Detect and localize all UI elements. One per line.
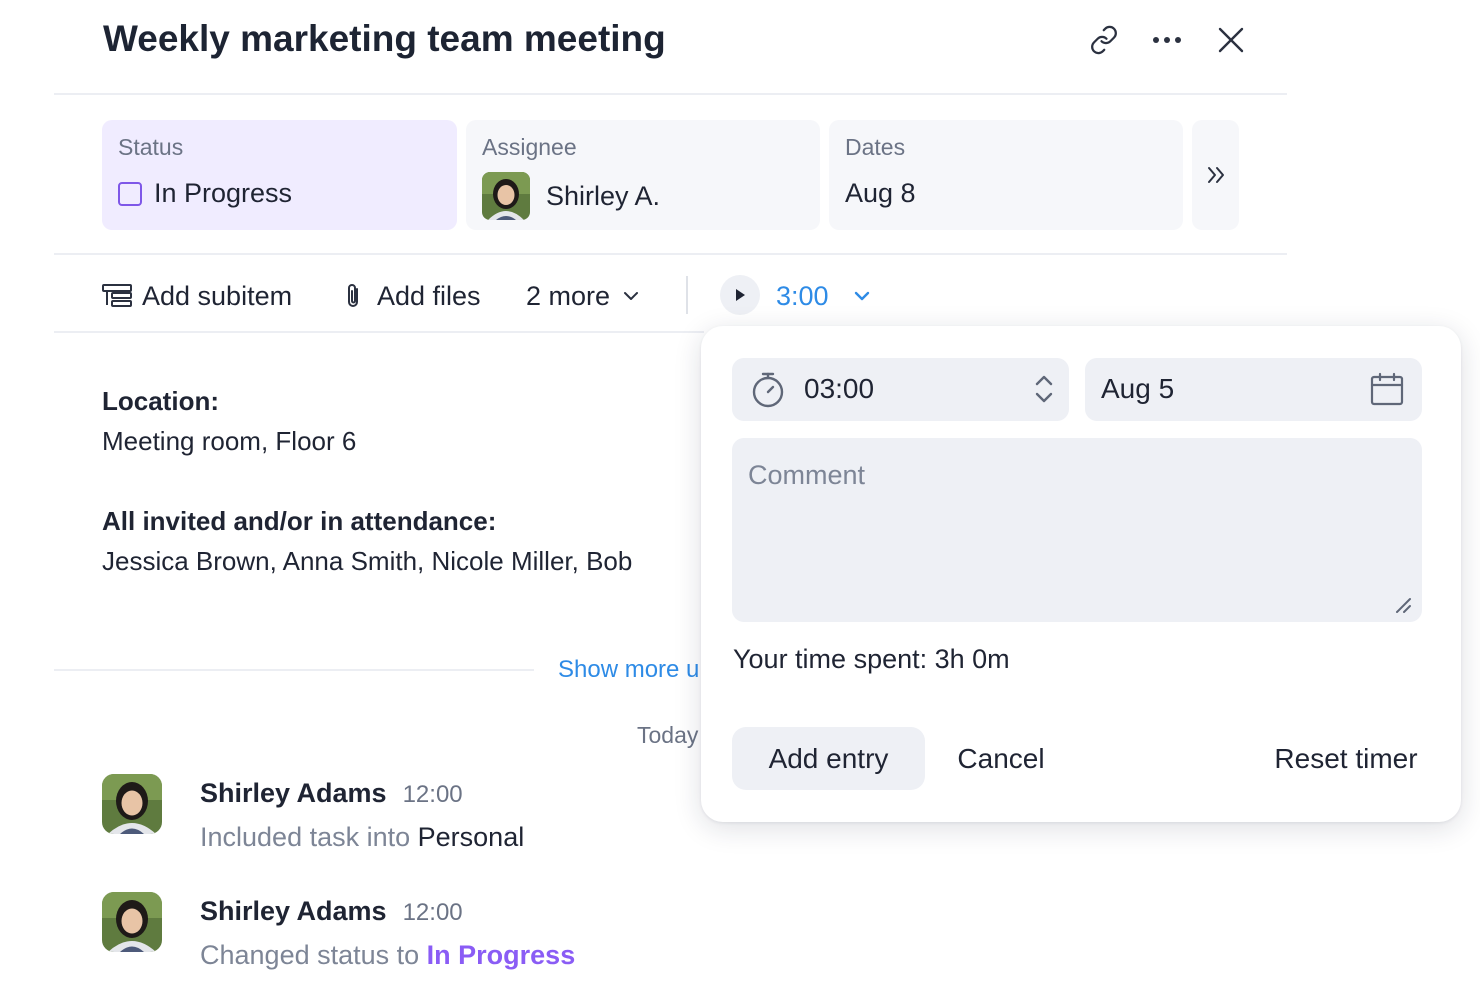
resize-handle-icon[interactable] — [1394, 596, 1412, 614]
chevron-down-icon — [624, 292, 639, 300]
activity-author: Shirley Adams 12:00 — [200, 896, 463, 926]
activity-time: 12:00 — [402, 781, 463, 808]
timer-value: 3:00 — [776, 280, 829, 311]
activity-author: Shirley Adams 12:00 — [200, 778, 463, 808]
location-value: Meeting room, Floor 6 — [102, 426, 357, 456]
status-text: In Progress — [154, 178, 293, 208]
status-card[interactable]: Status In Progress — [102, 120, 457, 230]
assignee-name: Shirley A. — [546, 180, 661, 211]
toolbar-divider-bottom — [54, 331, 704, 333]
duration-field[interactable]: 03:00 — [732, 358, 1069, 421]
add-entry-button[interactable]: Add entry — [732, 727, 925, 790]
attendees-value: Jessica Brown, Anna Smith, Nicole Miller… — [102, 546, 633, 576]
add-files-button[interactable]: Add files — [343, 276, 481, 316]
cancel-button[interactable]: Cancel — [945, 727, 1057, 790]
location-label: Location: — [102, 386, 219, 416]
close-button[interactable] — [1209, 18, 1253, 62]
comment-placeholder: Comment — [748, 460, 866, 490]
avatar — [102, 774, 162, 834]
more-actions-label: 2 more — [526, 280, 611, 311]
dates-value: Aug 8 — [845, 178, 916, 208]
double-chevron-right-icon — [1207, 167, 1224, 183]
date-field[interactable]: Aug 5 — [1085, 358, 1422, 421]
avatar — [482, 172, 530, 220]
toolbar-divider — [686, 276, 688, 314]
play-icon — [736, 289, 745, 301]
status-label: Status — [118, 134, 184, 160]
add-files-label: Add files — [377, 280, 481, 311]
show-more-divider — [54, 669, 534, 671]
more-actions-dropdown[interactable]: 2 more — [526, 276, 640, 316]
comment-textarea[interactable]: Comment — [732, 438, 1422, 622]
show-more-link[interactable]: Show more u — [558, 656, 699, 684]
copy-link-button[interactable] — [1082, 18, 1126, 62]
avatar — [102, 892, 162, 952]
timer-play-button[interactable] — [720, 275, 760, 315]
timer-value-dropdown[interactable]: 3:00 — [776, 276, 871, 316]
attendees-label: All invited and/or in attendance: — [102, 506, 497, 536]
dates-label: Dates — [845, 134, 906, 160]
more-options-button[interactable] — [1145, 18, 1189, 62]
header-divider — [54, 93, 1287, 95]
status-value: In Progress — [118, 178, 292, 209]
paperclip-icon — [348, 284, 358, 307]
calendar-icon[interactable] — [1370, 372, 1404, 406]
date-divider: Today — [637, 722, 699, 748]
status-checkbox-icon — [118, 181, 142, 206]
activity-text: Changed status to In Progress — [200, 940, 576, 970]
task-title: Weekly marketing team meeting — [103, 18, 666, 59]
assignee-label: Assignee — [482, 134, 577, 160]
add-subitem-button[interactable]: Add subitem — [102, 276, 292, 316]
time-spent-text: Your time spent: 3h 0m — [733, 644, 1010, 674]
assignee-value: Shirley A. — [482, 172, 660, 220]
chevron-down-icon — [854, 291, 869, 301]
assignee-card[interactable]: Assignee Shirley A. — [466, 120, 820, 230]
activity-time: 12:00 — [402, 899, 463, 926]
reset-timer-button[interactable]: Reset timer — [1261, 727, 1431, 790]
fields-divider — [54, 253, 1287, 255]
stepper-icon[interactable] — [1033, 372, 1055, 406]
dates-card[interactable]: Dates Aug 8 — [829, 120, 1183, 230]
link-icon — [1091, 25, 1117, 55]
activity-target[interactable]: Personal — [418, 822, 525, 852]
subitem-icon — [102, 284, 132, 307]
date-value: Aug 5 — [1101, 373, 1175, 404]
add-subitem-label: Add subitem — [142, 280, 293, 311]
stopwatch-icon — [752, 372, 784, 408]
time-entry-popover: 03:00 Aug 5 Comment Your time spent: 3h … — [701, 326, 1461, 822]
activity-status-target: In Progress — [426, 940, 576, 970]
expand-fields-button[interactable] — [1192, 120, 1239, 230]
ellipsis-icon — [1153, 37, 1181, 43]
duration-value: 03:00 — [804, 373, 875, 404]
close-icon — [1218, 27, 1244, 53]
activity-text: Included task into Personal — [200, 822, 525, 852]
